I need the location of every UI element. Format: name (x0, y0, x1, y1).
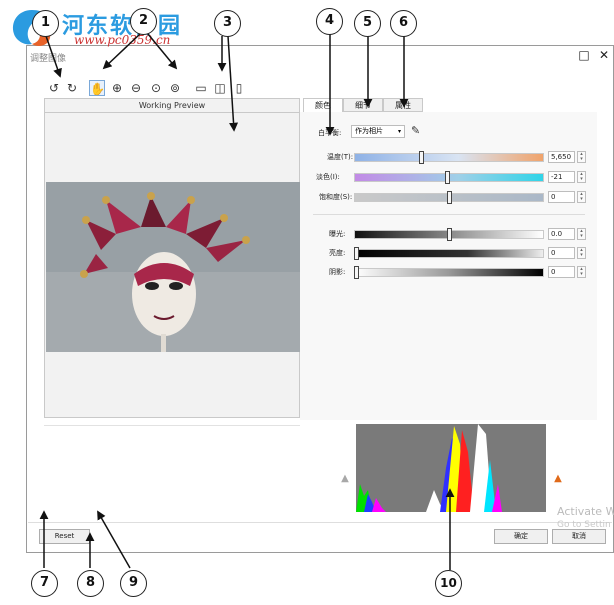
section-divider (313, 214, 585, 215)
watermark-url: www.pc0359.cn (74, 33, 171, 47)
brightness-slider-thumb[interactable] (354, 247, 359, 260)
tint-input[interactable]: -21 (548, 171, 575, 183)
activate-windows-line1: Activate W (557, 505, 614, 518)
tab-detail[interactable]: 细节 (343, 98, 383, 112)
exposure-slider-thumb[interactable] (446, 228, 452, 241)
callout-1: 1 (32, 10, 59, 37)
saturation-spinner[interactable]: ▴ ▾ (577, 191, 586, 203)
white-balance-select[interactable]: 作为相片 ▾ (351, 125, 405, 138)
preview-image[interactable] (46, 182, 300, 352)
shadows-spinner[interactable]: ▴ ▾ (577, 266, 586, 278)
maximize-icon[interactable]: □ (577, 48, 591, 62)
callout-8: 8 (77, 570, 104, 597)
preview-title: Working Preview (44, 99, 300, 113)
pan-hand-icon[interactable]: ✋ (89, 80, 105, 96)
white-balance-value: 作为相片 (355, 127, 383, 135)
tab-color[interactable]: 颜色 (303, 98, 343, 112)
highlight-clipping-warning-icon[interactable]: ▲ (553, 474, 563, 484)
tab-properties[interactable]: 属性 (383, 98, 423, 112)
temperature-slider[interactable] (354, 153, 544, 162)
eyedropper-icon[interactable]: ✎ (411, 124, 420, 137)
white-balance-label: 白平衡: (318, 129, 342, 137)
side-by-side-view-icon[interactable]: ▯ (231, 80, 247, 96)
callout-6: 6 (390, 10, 417, 37)
rotate-right-icon[interactable]: ↻ (64, 80, 80, 96)
saturation-slider-thumb[interactable] (446, 191, 452, 204)
cancel-button[interactable]: 取消 (552, 529, 606, 544)
histogram-graph (356, 424, 546, 512)
saturation-input[interactable]: 0 (548, 191, 575, 203)
exposure-input[interactable]: 0.0 (548, 228, 575, 240)
shadows-label: 阴影: (329, 268, 346, 276)
close-icon[interactable]: ✕ (597, 48, 611, 62)
saturation-label: 饱和度(S): (319, 193, 353, 201)
shadows-slider-thumb[interactable] (354, 266, 359, 279)
callout-10: 10 (435, 570, 462, 597)
jester-mask-image (46, 182, 300, 352)
rotate-left-icon[interactable]: ↺ (46, 80, 62, 96)
brightness-input[interactable]: 0 (548, 247, 575, 259)
brightness-label: 亮度: (329, 249, 346, 257)
reset-button[interactable]: Reset (39, 529, 90, 544)
activate-windows-line2: Go to Settin (557, 520, 611, 530)
temperature-slider-thumb[interactable] (418, 151, 424, 164)
callout-2: 2 (130, 8, 157, 35)
zoom-in-icon[interactable]: ⊕ (109, 80, 125, 96)
zoom-out-icon[interactable]: ⊖ (128, 80, 144, 96)
ok-button[interactable]: 确定 (494, 529, 548, 544)
brightness-spinner[interactable]: ▴ ▾ (577, 247, 586, 259)
tint-spinner[interactable]: ▴ ▾ (577, 171, 586, 183)
temperature-input[interactable]: 5,650 (548, 151, 575, 163)
shadows-slider[interactable] (354, 268, 544, 277)
zoom-fit-icon[interactable]: ⊙ (148, 80, 164, 96)
temperature-spinner[interactable]: ▴ ▾ (577, 151, 586, 163)
brightness-slider[interactable] (354, 249, 544, 258)
chevron-down-icon: ▾ (397, 128, 401, 135)
tint-slider-thumb[interactable] (444, 171, 450, 184)
preview-info-area (44, 425, 300, 512)
callout-3: 3 (214, 10, 241, 37)
tint-label: 淡色(I): (316, 173, 340, 181)
split-view-icon[interactable]: ◫ (212, 80, 228, 96)
temperature-label: 温度(T): (327, 153, 354, 161)
callout-7: 7 (31, 570, 58, 597)
histogram (356, 424, 546, 512)
shadows-input[interactable]: 0 (548, 266, 575, 278)
exposure-label: 曝光: (329, 230, 346, 238)
button-bar-separator (28, 522, 612, 523)
exposure-spinner[interactable]: ▴ ▾ (577, 228, 586, 240)
single-view-icon[interactable]: ▭ (193, 80, 209, 96)
callout-9: 9 (120, 570, 147, 597)
zoom-actual-icon[interactable]: ⊚ (167, 80, 183, 96)
callout-5: 5 (354, 10, 381, 37)
callout-4: 4 (316, 8, 343, 35)
shadow-clipping-warning-icon[interactable]: ▲ (340, 474, 350, 484)
